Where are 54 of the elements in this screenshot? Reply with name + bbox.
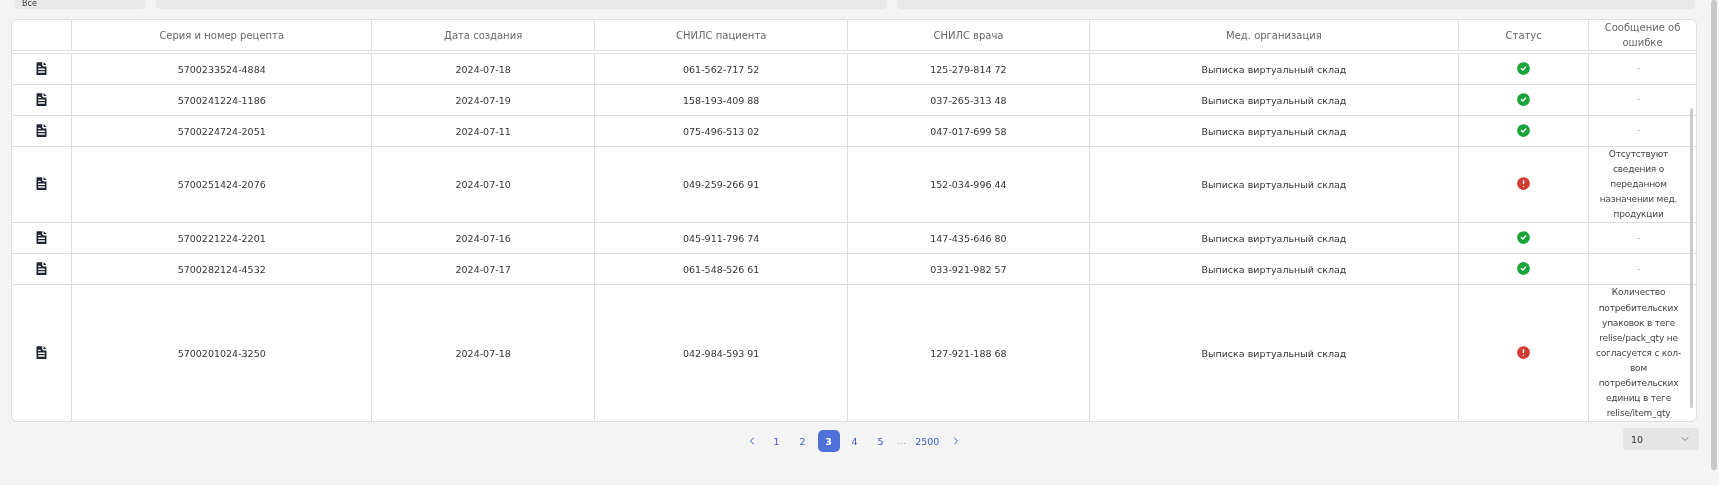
table-cell: 125-279-814 72 bbox=[847, 52, 1089, 85]
page-button[interactable]: 3 bbox=[817, 430, 840, 453]
table-cell: 047-017-699 58 bbox=[847, 115, 1089, 147]
table-cell: 033-921-982 57 bbox=[847, 253, 1089, 285]
column-header: СНИЛС пациента bbox=[594, 20, 848, 52]
table-cell: 042-984-593 91 bbox=[594, 284, 848, 422]
page-button[interactable]: 2 bbox=[791, 430, 814, 453]
column-header: Сообщение об ошибке bbox=[1588, 20, 1696, 52]
table-cell: 158-193-409 88 bbox=[594, 84, 848, 116]
table-cell: Выписка виртуальный склад bbox=[1089, 84, 1459, 116]
table-cell: 2024-07-18 bbox=[371, 284, 595, 422]
table-cell: 5700201024-3250 bbox=[71, 284, 372, 422]
page-button[interactable]: 2500 bbox=[912, 430, 943, 453]
table-cell: 2024-07-19 bbox=[371, 84, 595, 116]
page-button[interactable]: 4 bbox=[843, 430, 866, 453]
column-header: Дата создания bbox=[371, 20, 595, 52]
table-cell: Выписка виртуальный склад bbox=[1089, 253, 1459, 285]
table-cell: 5700282124-4532 bbox=[71, 253, 372, 285]
table-cell: 061-548-526 61 bbox=[594, 253, 848, 285]
table-cell: 075-496-513 02 bbox=[594, 115, 848, 147]
table-cell: Выписка виртуальный склад bbox=[1089, 284, 1459, 422]
column-header: Серия и номер рецепта bbox=[71, 20, 372, 52]
page-button[interactable]: 1 bbox=[765, 430, 788, 453]
scrollbar-thumb[interactable] bbox=[1711, 0, 1717, 470]
table-cell: 127-921-188 68 bbox=[847, 284, 1089, 422]
column-header: Статус bbox=[1458, 20, 1589, 52]
table-cell: 5700251424-2076 bbox=[71, 146, 372, 223]
table-cell: Выписка виртуальный склад bbox=[1089, 115, 1459, 147]
table-cell: 049-259-266 91 bbox=[594, 146, 848, 223]
table-cell: 147-435-646 80 bbox=[847, 222, 1089, 254]
table-cell: Выписка виртуальный склад bbox=[1089, 222, 1459, 254]
table-cell: 5700224724-2051 bbox=[71, 115, 372, 147]
table-cell: 045-911-796 74 bbox=[594, 222, 848, 254]
table-cell: 2024-07-17 bbox=[371, 253, 595, 285]
page-size-select[interactable]: 10 bbox=[1623, 428, 1699, 451]
table-cell: 5700233524-4884 bbox=[71, 52, 372, 85]
table-cell: Выписка виртуальный склад bbox=[1089, 146, 1459, 223]
column-header: Мед. организация bbox=[1089, 20, 1459, 52]
table-cell: 152-034-996 44 bbox=[847, 146, 1089, 223]
table-cell: - bbox=[1588, 52, 1696, 85]
table-cell: 5700241224-1186 bbox=[71, 84, 372, 116]
table-cell: 037-265-313 48 bbox=[847, 84, 1089, 116]
table-cell: 2024-07-16 bbox=[371, 222, 595, 254]
table-cell: Выписка виртуальный склад bbox=[1089, 52, 1459, 85]
filter-field[interactable]: Все bbox=[14, 0, 146, 9]
scrollbar-thumb[interactable] bbox=[1690, 108, 1693, 408]
table-cell: 5700221224-2201 bbox=[71, 222, 372, 254]
column-header: СНИЛС врача bbox=[847, 20, 1089, 52]
ellipsis: ... bbox=[897, 436, 907, 447]
table-cell: 061-562-717 52 bbox=[594, 52, 848, 85]
table-cell: 2024-07-18 bbox=[371, 52, 595, 85]
page-button[interactable]: 5 bbox=[869, 430, 892, 453]
table-cell: 2024-07-10 bbox=[371, 146, 595, 223]
table-cell: 2024-07-11 bbox=[371, 115, 595, 147]
